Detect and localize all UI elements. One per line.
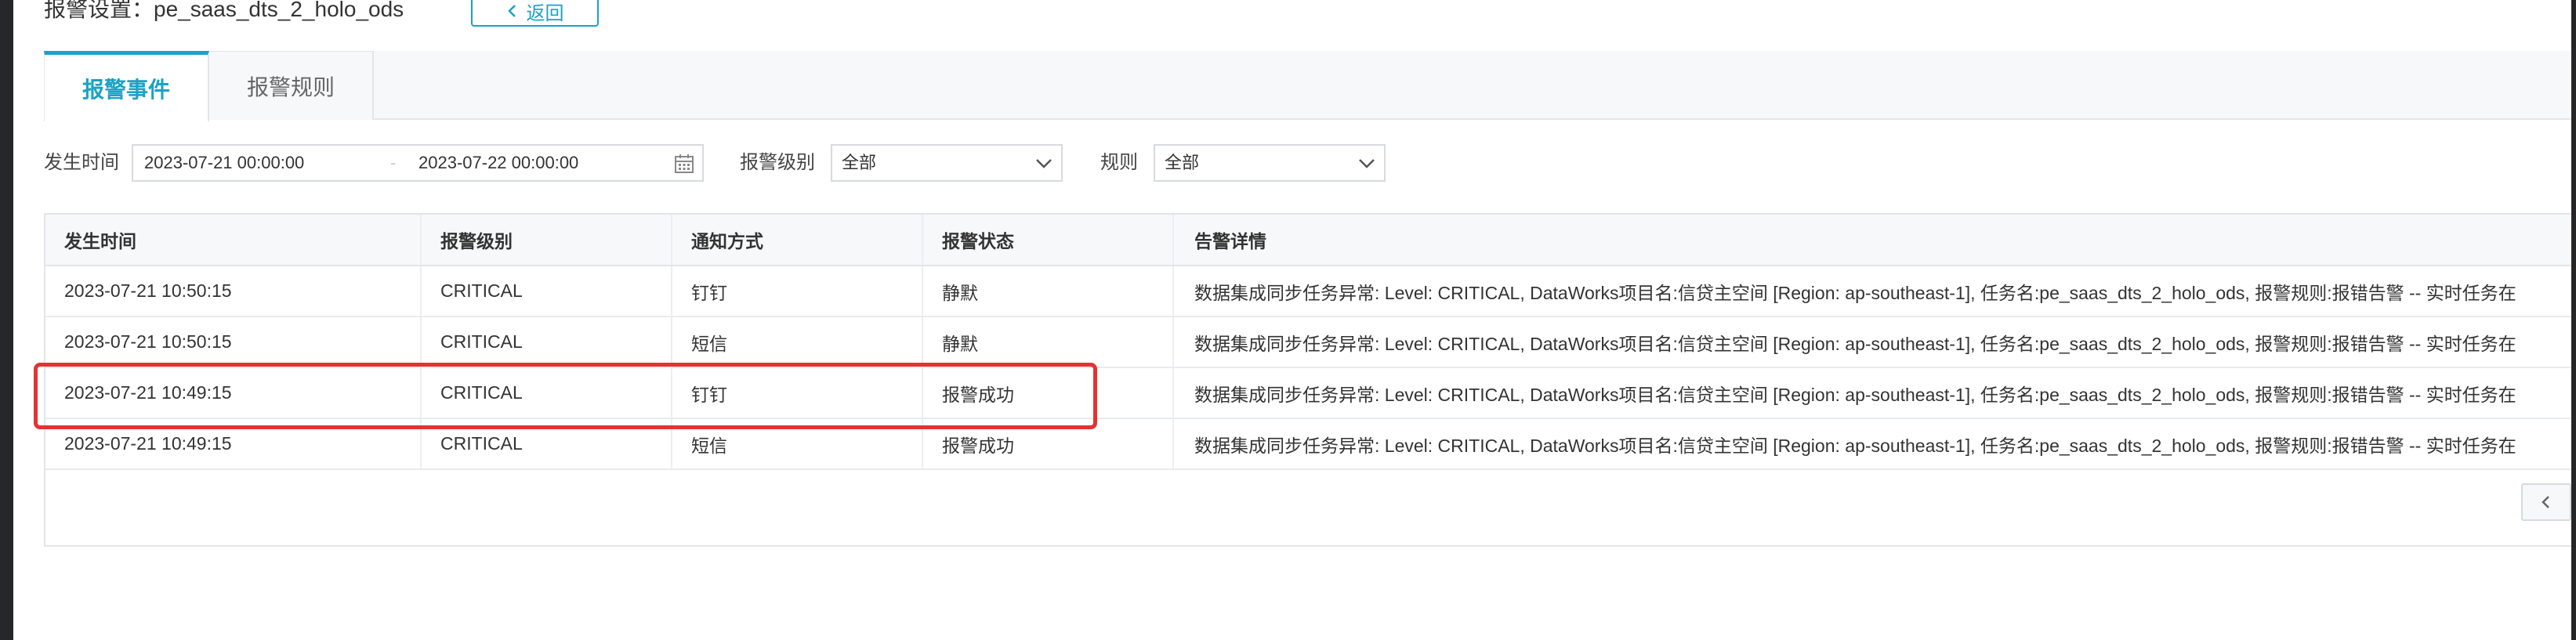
start-date[interactable]: 2023-07-21 00:00:00 bbox=[144, 146, 304, 180]
chevron-left-icon bbox=[2542, 496, 2549, 508]
column-header-status: 报警状态 bbox=[923, 215, 1174, 265]
rule-select-value: 全部 bbox=[1165, 153, 1200, 172]
cell-time: 2023-07-21 10:50:15 bbox=[45, 317, 422, 367]
cell-time: 2023-07-21 10:49:15 bbox=[45, 368, 422, 418]
cell-level: CRITICAL bbox=[422, 266, 672, 316]
cell-status: 报警成功 bbox=[923, 368, 1174, 418]
table-row[interactable]: 2023-07-21 10:50:15 CRITICAL 短信 静默 数据集成同… bbox=[45, 317, 2576, 368]
rule-select[interactable]: 全部 bbox=[1154, 144, 1386, 182]
cell-detail: 数据集成同步任务异常: Level: CRITICAL, DataWorks项目… bbox=[1194, 282, 2516, 303]
page-title: 报警设置：pe_saas_dts_2_holo_ods bbox=[44, 0, 404, 21]
back-button-label: 返回 bbox=[526, 2, 564, 24]
end-date[interactable]: 2023-07-22 00:00:00 bbox=[418, 146, 578, 180]
chevron-down-icon bbox=[1036, 159, 1052, 168]
cell-notify: 钉钉 bbox=[672, 368, 923, 418]
calendar-icon[interactable] bbox=[674, 154, 694, 174]
cell-time: 2023-07-21 10:50:15 bbox=[45, 266, 422, 316]
cell-detail: 数据集成同步任务异常: Level: CRITICAL, DataWorks项目… bbox=[1194, 384, 2516, 405]
column-header-level: 报警级别 bbox=[422, 215, 672, 265]
chevron-down-icon bbox=[1359, 159, 1375, 168]
cell-time: 2023-07-21 10:49:15 bbox=[45, 419, 422, 468]
cell-status: 报警成功 bbox=[923, 419, 1174, 468]
alert-events-table: 发生时间 报警级别 通知方式 报警状态 告警详情 2023-07-21 10:5… bbox=[44, 213, 2576, 547]
table-row[interactable]: 2023-07-21 10:50:15 CRITICAL 钉钉 静默 数据集成同… bbox=[45, 266, 2576, 317]
tab-alert-rules[interactable]: 报警规则 bbox=[209, 51, 374, 120]
level-select-value: 全部 bbox=[842, 153, 877, 172]
pagination-prev-button[interactable] bbox=[2521, 483, 2571, 521]
cell-notify: 钉钉 bbox=[672, 266, 923, 316]
cell-status: 静默 bbox=[923, 266, 1174, 316]
level-filter-label: 报警级别 bbox=[740, 152, 815, 173]
cell-detail: 数据集成同步任务异常: Level: CRITICAL, DataWorks项目… bbox=[1194, 333, 2516, 354]
cell-level: CRITICAL bbox=[422, 419, 672, 468]
tab-alert-events[interactable]: 报警事件 bbox=[44, 51, 209, 121]
level-select[interactable]: 全部 bbox=[831, 144, 1063, 182]
cell-detail: 数据集成同步任务异常: Level: CRITICAL, DataWorks项目… bbox=[1194, 435, 2516, 456]
cell-notify: 短信 bbox=[672, 317, 923, 367]
column-header-time: 发生时间 bbox=[45, 215, 422, 265]
right-dark-edge bbox=[2571, 0, 2576, 640]
column-header-detail: 告警详情 bbox=[1194, 231, 1266, 251]
date-range-picker[interactable]: 2023-07-21 00:00:00 - 2023-07-22 00:00:0… bbox=[132, 144, 704, 182]
table-row[interactable]: 2023-07-21 10:49:15 CRITICAL 钉钉 报警成功 数据集… bbox=[45, 368, 2576, 419]
cell-level: CRITICAL bbox=[422, 368, 672, 418]
cell-level: CRITICAL bbox=[422, 317, 672, 367]
chevron-left-icon bbox=[507, 5, 516, 17]
cell-status: 静默 bbox=[923, 317, 1174, 367]
time-filter-label: 发生时间 bbox=[44, 152, 119, 173]
left-dark-strip bbox=[0, 0, 13, 640]
rule-filter-label: 规则 bbox=[1100, 152, 1138, 173]
back-button[interactable]: 返回 bbox=[471, 0, 599, 27]
cell-notify: 短信 bbox=[672, 419, 923, 468]
column-header-notify: 通知方式 bbox=[672, 215, 923, 265]
table-row[interactable]: 2023-07-21 10:49:15 CRITICAL 短信 报警成功 数据集… bbox=[45, 419, 2576, 470]
table-header: 发生时间 报警级别 通知方式 报警状态 告警详情 bbox=[45, 215, 2576, 266]
tab-bar: 报警事件 报警规则 bbox=[44, 51, 2576, 121]
filter-bar: 发生时间 2023-07-21 00:00:00 - 2023-07-22 00… bbox=[44, 144, 2576, 182]
range-separator: - bbox=[390, 153, 397, 172]
